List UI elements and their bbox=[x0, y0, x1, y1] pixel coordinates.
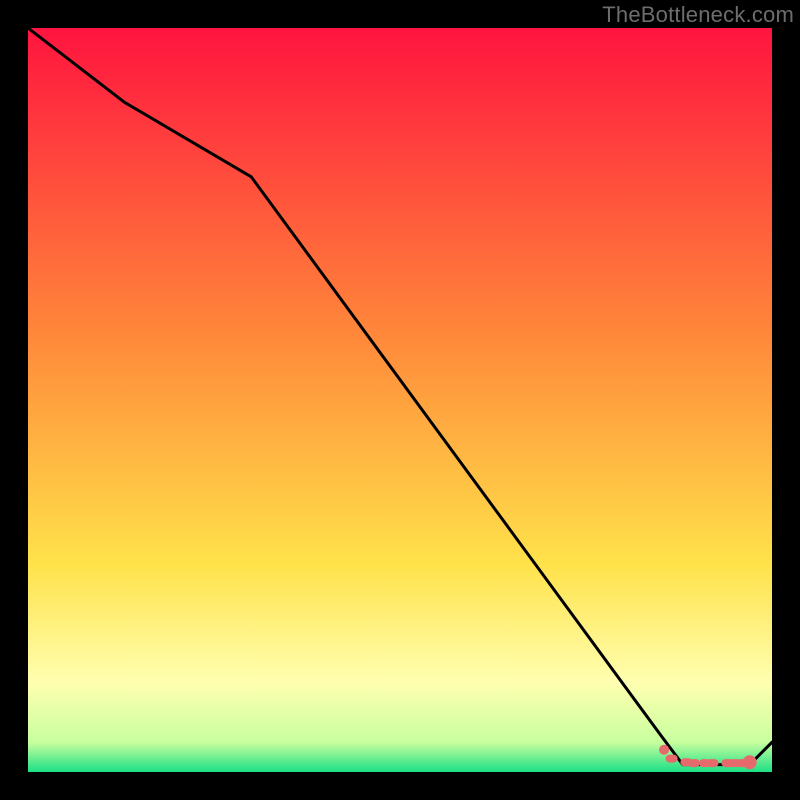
chart-frame: TheBottleneck.com bbox=[0, 0, 800, 800]
marker-end-dot bbox=[743, 755, 757, 769]
marker-dash bbox=[666, 755, 678, 763]
attribution-text: TheBottleneck.com bbox=[602, 2, 794, 28]
gradient-background bbox=[28, 28, 772, 772]
marker-dash bbox=[707, 759, 719, 767]
marker-dash bbox=[688, 759, 700, 767]
chart-svg bbox=[28, 28, 772, 772]
marker-start-cap bbox=[659, 745, 669, 755]
plot-area bbox=[28, 28, 772, 772]
